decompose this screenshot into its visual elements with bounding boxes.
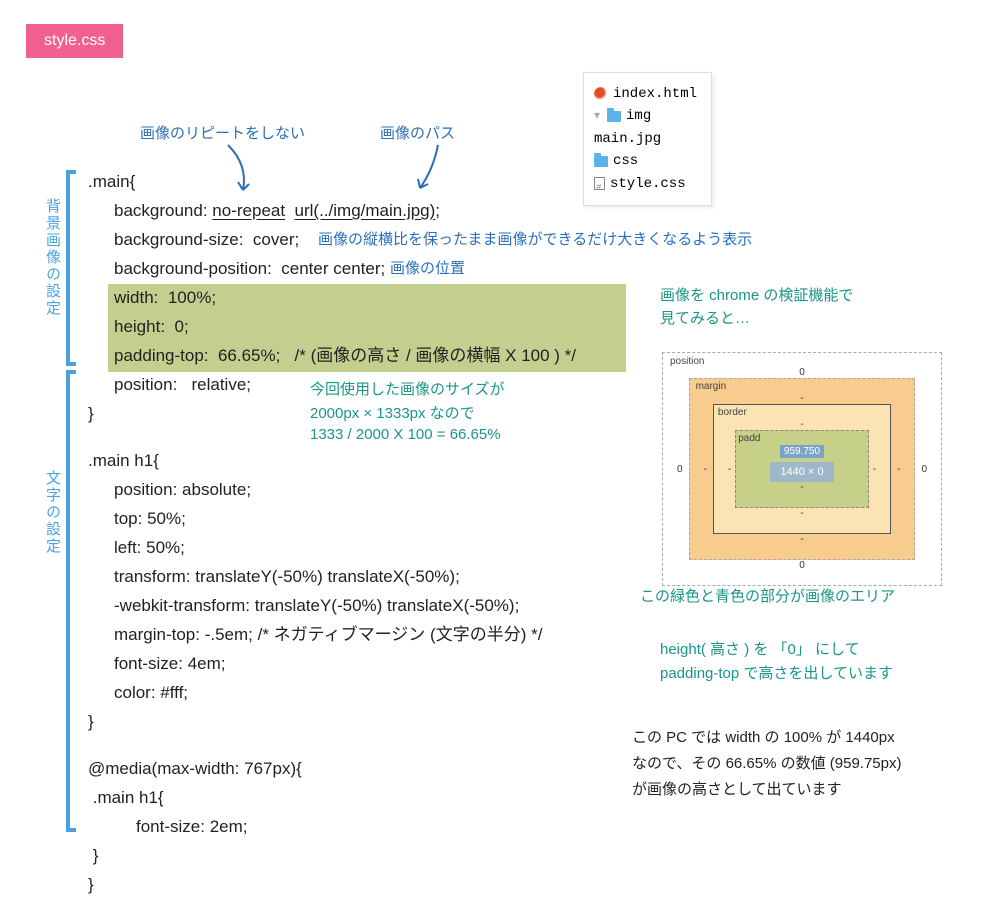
filetree-row: index.html: [594, 83, 697, 105]
filetree-row: main.jpg: [594, 128, 697, 150]
bm-val: 0: [677, 464, 683, 475]
anno-pc1: この PC では width の 100% が 1440px: [632, 726, 895, 747]
box-model-diagram: position 0 0 margin - - border - - padd: [662, 352, 942, 586]
bm-position: position 0 0 margin - - border - - padd: [662, 352, 942, 586]
filetree-item-label: index.html: [613, 83, 697, 105]
bracket-text-label: 文字の設定: [42, 470, 63, 555]
css-file-icon: [594, 177, 605, 190]
filetree-item-label: img: [626, 105, 651, 127]
expand-icon: ▾: [594, 107, 600, 126]
file-badge-label: style.css: [44, 32, 105, 49]
anno-cover: 画像の縦横比を保ったまま画像ができるだけ大きくなるよう表示: [318, 228, 752, 249]
arrow-icon: [218, 140, 258, 204]
bm-border: border - - padd 959.750 1440 × 0 - -: [713, 404, 891, 534]
code-block: .main{ background: no-repeat url(../img/…: [88, 168, 576, 900]
code-line: position: absolute;: [88, 476, 576, 505]
bm-padding-top-value: 959.750: [780, 445, 824, 458]
bm-val: -: [728, 419, 876, 430]
anno-chrome2: 見てみると…: [660, 307, 750, 328]
code-line: .main h1{: [88, 784, 576, 813]
code-line: transform: translateY(-50%) translateX(-…: [88, 563, 576, 592]
bm-val: -: [873, 464, 876, 475]
anno-position: 画像の位置: [390, 257, 465, 278]
bm-val: 0: [677, 367, 927, 378]
blank-line: [88, 737, 576, 755]
filetree-item-label: main.jpg: [594, 128, 661, 150]
code-line: padding-top: 66.65%; /* (画像の高さ / 画像の横幅 X…: [88, 342, 576, 371]
file-tree: index.html ▾ img main.jpg css style.css: [583, 72, 712, 206]
anno-calc1: 今回使用した画像のサイズが: [310, 378, 505, 399]
code-line: -webkit-transform: translateY(-50%) tran…: [88, 592, 576, 621]
filetree-item-label: style.css: [610, 173, 686, 195]
anno-pc2: なので、その 66.65% の数値 (959.75px): [632, 752, 902, 773]
bm-label-margin: margin: [696, 381, 727, 392]
code-line: background: no-repeat url(../img/main.jp…: [88, 197, 576, 226]
bm-val: -: [754, 482, 850, 493]
filetree-row: css: [594, 150, 697, 172]
filetree-item-label: css: [613, 150, 638, 172]
folder-icon: [594, 156, 608, 167]
code-line: background-position: center center;: [88, 255, 576, 284]
code-line: @media(max-width: 767px){: [88, 755, 576, 784]
code-line: font-size: 2em;: [88, 813, 576, 842]
code-line: .main{: [88, 168, 576, 197]
bm-val: -: [704, 534, 901, 545]
html-icon: [594, 87, 608, 101]
code-line: color: #fff;: [88, 679, 576, 708]
code-line: .main h1{: [88, 447, 576, 476]
filetree-row: style.css: [594, 173, 697, 195]
code-line: }: [88, 871, 576, 900]
bm-val: -: [897, 464, 900, 475]
anno-pc3: が画像の高さとして出ています: [632, 778, 842, 799]
bracket-bg: [66, 170, 76, 366]
bm-val: -: [704, 393, 901, 404]
anno-height1: height( 高さ ) を 「0」 にして: [660, 638, 860, 659]
bm-val: -: [728, 464, 731, 475]
bm-label-position: position: [670, 356, 704, 367]
anno-area: この緑色と青色の部分が画像のエリア: [640, 585, 895, 606]
code-line: }: [88, 842, 576, 871]
file-badge: style.css: [26, 24, 123, 58]
code-line: margin-top: -.5em; /* ネガティブマージン (文字の半分) …: [88, 621, 576, 650]
bm-val: -: [728, 508, 876, 519]
anno-height2: padding-top で高さを出しています: [660, 662, 893, 683]
bm-margin: margin - - border - - padd 959.750 1440 …: [689, 378, 916, 560]
code-line: width: 100%;: [88, 284, 576, 313]
bm-label-padding: padd: [738, 433, 760, 444]
folder-icon: [607, 111, 621, 122]
bm-content-value: 1440 × 0: [770, 462, 833, 482]
arrow-icon: [428, 140, 468, 204]
anno-calc3: 1333 / 2000 X 100 = 66.65%: [310, 426, 501, 443]
underline-url: url(../img/main.jpg): [295, 201, 436, 220]
code-line: }: [88, 708, 576, 737]
filetree-row: ▾ img: [594, 105, 697, 127]
anno-calc2: 2000px × 1333px なので: [310, 402, 475, 423]
code-line: left: 50%;: [88, 534, 576, 563]
bracket-bg-label: 背景画像の設定: [42, 198, 63, 317]
code-line: font-size: 4em;: [88, 650, 576, 679]
bracket-text: [66, 370, 76, 832]
bm-val: 0: [677, 560, 927, 571]
anno-chrome1: 画像を chrome の検証機能で: [660, 284, 853, 305]
bm-val: -: [704, 464, 707, 475]
bm-padding: padd 959.750 1440 × 0 -: [735, 430, 869, 508]
bm-label-border: border: [718, 407, 747, 418]
code-line: height: 0;: [88, 313, 576, 342]
bm-val: 0: [921, 464, 927, 475]
code-line: top: 50%;: [88, 505, 576, 534]
